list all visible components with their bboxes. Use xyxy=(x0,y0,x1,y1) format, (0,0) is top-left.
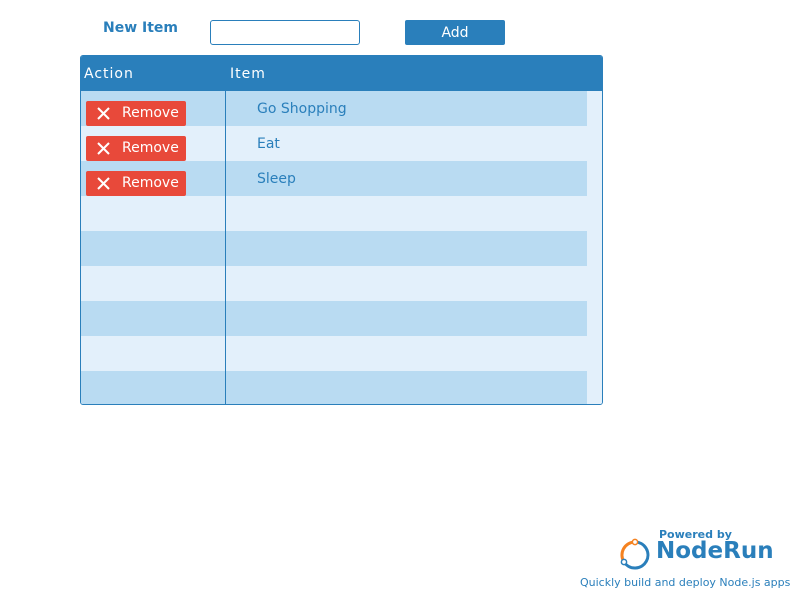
noderun-tagline: Quickly build and deploy Node.js apps xyxy=(580,576,791,589)
action-cell: Remove xyxy=(81,161,226,196)
action-cell: Remove xyxy=(81,126,226,161)
table-row xyxy=(81,301,587,336)
header-action: Action xyxy=(84,66,134,82)
action-cell xyxy=(81,336,226,371)
noderun-logo-icon xyxy=(620,538,650,570)
items-grid: Action Item Remove Go Shopping Remove Ea… xyxy=(80,55,603,405)
close-icon xyxy=(97,107,110,120)
new-item-input[interactable] xyxy=(210,20,360,45)
action-cell: Remove xyxy=(81,91,226,126)
item-cell[interactable]: Eat xyxy=(227,126,587,161)
grid-body: Remove Go Shopping Remove Eat Remove Sle… xyxy=(81,91,588,404)
item-text: Sleep xyxy=(257,171,296,187)
item-cell xyxy=(227,231,587,266)
action-cell xyxy=(81,196,226,231)
table-row: Remove Go Shopping xyxy=(81,91,587,126)
item-cell xyxy=(227,371,587,404)
remove-label: Remove xyxy=(122,175,179,191)
table-row xyxy=(81,196,587,231)
item-cell xyxy=(227,266,587,301)
table-row xyxy=(81,266,587,301)
remove-label: Remove xyxy=(122,105,179,121)
add-button[interactable]: Add xyxy=(405,20,505,45)
item-cell[interactable]: Sleep xyxy=(227,161,587,196)
table-row xyxy=(81,231,587,266)
item-text: Eat xyxy=(257,136,280,152)
grid-header: Action Item xyxy=(81,56,602,91)
noderun-brand: NodeRun xyxy=(656,538,774,564)
table-row: Remove Eat xyxy=(81,126,587,161)
item-cell[interactable]: Go Shopping xyxy=(227,91,587,126)
vertical-scrollbar[interactable] xyxy=(587,91,602,404)
new-item-label: New Item xyxy=(103,20,179,36)
action-cell xyxy=(81,371,226,404)
item-cell xyxy=(227,336,587,371)
remove-button[interactable]: Remove xyxy=(86,101,186,126)
action-cell xyxy=(81,301,226,336)
action-cell xyxy=(81,266,226,301)
action-cell xyxy=(81,231,226,266)
close-icon xyxy=(97,142,110,155)
remove-label: Remove xyxy=(122,140,179,156)
table-row xyxy=(81,371,587,404)
header-item: Item xyxy=(230,66,266,82)
remove-button[interactable]: Remove xyxy=(86,136,186,161)
item-text: Go Shopping xyxy=(257,101,347,117)
powered-by-badge[interactable]: Powered by NodeRun Quickly build and dep… xyxy=(580,528,790,590)
item-cell xyxy=(227,301,587,336)
table-row: Remove Sleep xyxy=(81,161,587,196)
table-row xyxy=(81,336,587,371)
item-cell xyxy=(227,196,587,231)
remove-button[interactable]: Remove xyxy=(86,171,186,196)
close-icon xyxy=(97,177,110,190)
